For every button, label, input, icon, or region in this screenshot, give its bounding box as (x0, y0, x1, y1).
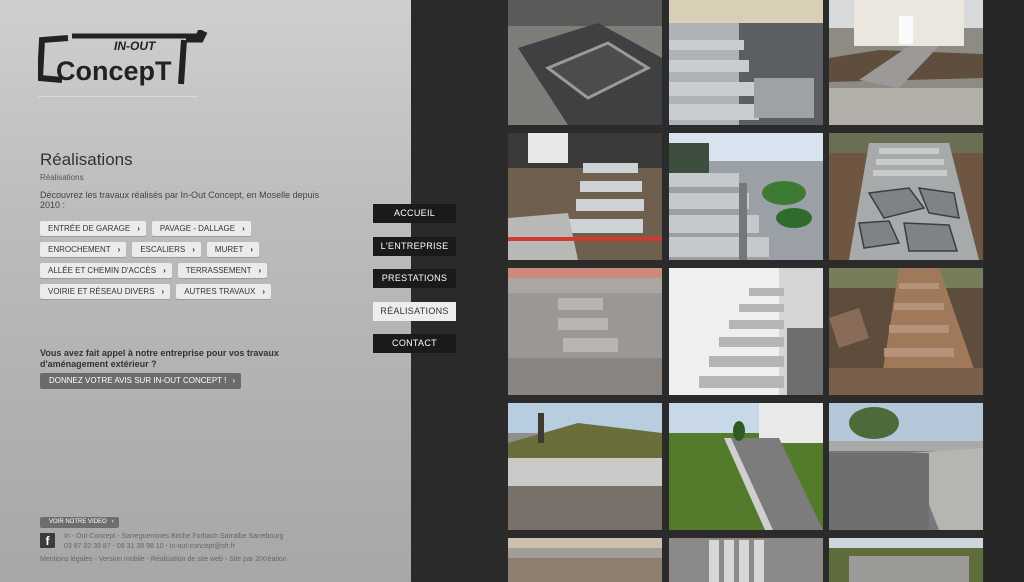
chevron-right-icon: › (262, 287, 266, 296)
nav-entreprise[interactable]: L'ENTREPRISE (373, 236, 456, 256)
category-allee-chemin[interactable]: ALLÉE ET CHEMIN D'ACCÈS › (40, 263, 172, 278)
footer-links[interactable]: Mentions légales - Version mobile - Réal… (40, 556, 287, 563)
chevron-right-icon: › (192, 245, 195, 254)
category-entree-de-garage[interactable]: ENTRÉE DE GARAGE › (40, 221, 146, 236)
intro-text: Découvrez les travaux réalisés par In-Ou… (40, 190, 320, 210)
gallery-photo[interactable] (669, 133, 823, 260)
chevron-right-icon: › (250, 245, 254, 254)
category-row: ENTRÉE DE GARAGE › PAVAGE - DALLAGE › (40, 221, 251, 236)
gallery-photo[interactable] (829, 0, 983, 125)
chevron-right-icon: › (117, 245, 121, 254)
gallery-photo[interactable] (829, 268, 983, 395)
category-row: ALLÉE ET CHEMIN D'ACCÈS › TERRASSEMENT › (40, 263, 268, 278)
category-muret[interactable]: MURET › (206, 242, 260, 257)
gallery-photo[interactable] (829, 133, 983, 260)
nav-realisations[interactable]: RÉALISATIONS (373, 301, 456, 321)
category-autres-travaux[interactable]: AUTRES TRAVAUX › (176, 284, 272, 299)
chevron-right-icon: › (232, 376, 236, 385)
main-nav: ACCUEIL L'ENTREPRISE PRESTATIONS RÉALISA… (373, 204, 456, 367)
chevron-right-icon: › (111, 519, 114, 525)
gallery-edge (984, 0, 1024, 582)
gallery-photo[interactable] (669, 403, 823, 530)
nav-prestations[interactable]: PRESTATIONS (373, 269, 456, 288)
chevron-right-icon: › (137, 224, 140, 233)
gallery-photo[interactable] (829, 538, 983, 582)
category-pavage-dallage[interactable]: PAVAGE - DALLAGE › (151, 221, 251, 236)
review-question: Vous avez fait appel à notre entreprise … (40, 348, 279, 369)
gallery-photo[interactable] (508, 268, 662, 395)
gallery-photo[interactable] (829, 403, 983, 530)
nav-accueil[interactable]: ACCUEIL (373, 204, 456, 223)
page-title: Réalisations (40, 150, 133, 169)
gallery-photo[interactable] (669, 268, 823, 395)
breadcrumb[interactable]: Réalisations (40, 173, 84, 182)
category-enrochement[interactable]: ENROCHEMENT › (40, 242, 127, 257)
left-panel: IN-OUT ConcepT Réalisations Réalisations… (0, 0, 411, 582)
logo-title: ConcepT (56, 56, 172, 86)
footer-contact[interactable]: 03 87 02 39 87 - 06 31 38 98 10 - in-out… (64, 543, 235, 550)
gallery-photo[interactable] (508, 538, 662, 582)
gallery-photo[interactable] (669, 538, 823, 582)
in-out-concept-logo[interactable]: IN-OUT ConcepT (36, 28, 208, 94)
gallery-photo[interactable] (669, 0, 823, 125)
category-voirie[interactable]: VOIRIE ET RÉSEAU DIVERS › (40, 284, 171, 299)
chevron-right-icon: › (161, 287, 165, 296)
gallery-photo[interactable] (508, 133, 662, 260)
chevron-right-icon: › (242, 224, 245, 233)
chevron-right-icon: › (163, 266, 166, 275)
review-button[interactable]: DONNEZ VOTRE AVIS SUR IN-OUT CONCEPT ! › (40, 373, 242, 389)
gallery-photo[interactable] (508, 403, 662, 530)
category-row: VOIRIE ET RÉSEAU DIVERS › AUTRES TRAVAUX › (40, 284, 272, 299)
category-row: ENROCHEMENT › ESCALIERS › MURET › (40, 242, 260, 257)
logo-divider (38, 96, 198, 97)
gallery-photo[interactable] (508, 0, 662, 125)
facebook-icon[interactable]: f (40, 533, 55, 548)
logo-subtitle: IN-OUT (114, 39, 157, 53)
chevron-right-icon: › (258, 266, 262, 275)
video-button[interactable]: VOIR NOTRE VIDEO › (40, 517, 119, 528)
category-escaliers[interactable]: ESCALIERS › (132, 242, 201, 257)
category-terrassement[interactable]: TERRASSEMENT › (177, 263, 268, 278)
footer-address: In - Out Concept - Sarreguemines Bitche … (64, 533, 284, 540)
nav-contact[interactable]: CONTACT (373, 334, 456, 353)
